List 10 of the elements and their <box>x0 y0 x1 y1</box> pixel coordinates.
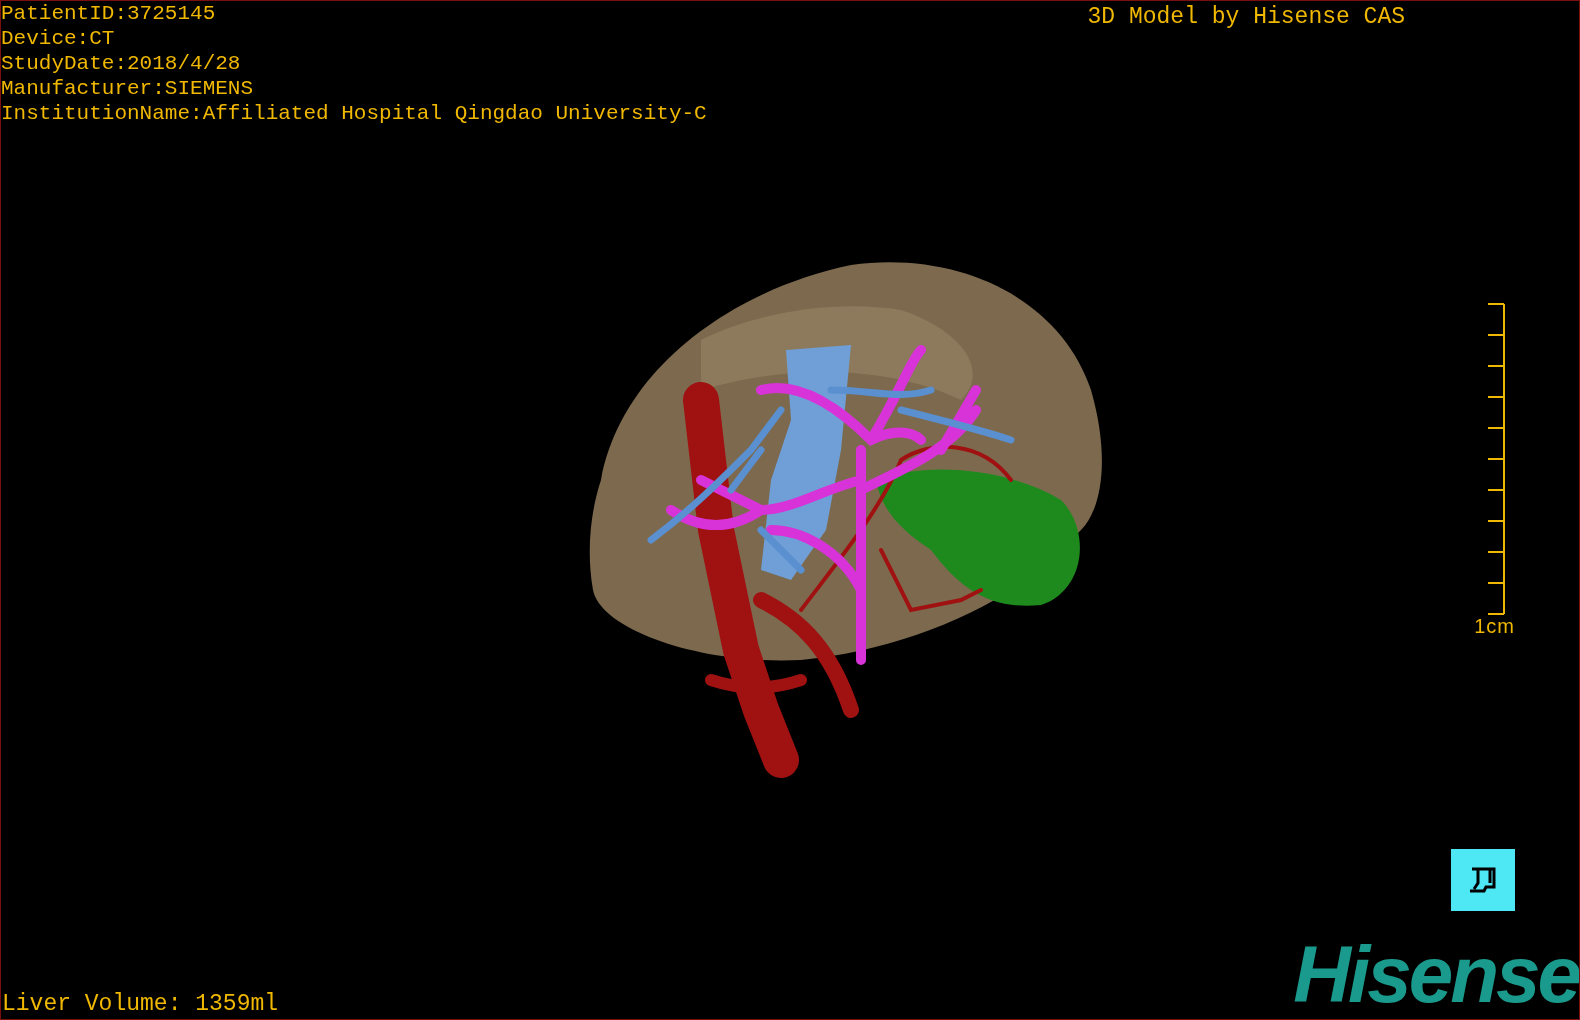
patient-info-line: Manufacturer:SIEMENS <box>1 76 255 101</box>
patient-info-line: InstitutionName:Affiliated Hospital Qingdao University-C <box>1 101 707 126</box>
orientation-icon[interactable] <box>1451 849 1515 911</box>
patient-info-line: StudyDate:2018/4/28 <box>1 51 242 76</box>
scale-label: 1cm <box>1474 614 1515 638</box>
liver-volume: Liver Volume: 1359ml <box>2 990 279 1019</box>
app-title: 3D Model by Hisense CAS <box>1087 3 1405 32</box>
patient-info-line: PatientID:3725145 <box>1 1 217 26</box>
brand-logo: Hisense <box>1293 935 1579 1015</box>
patient-info-line: Device:CT <box>1 26 116 51</box>
